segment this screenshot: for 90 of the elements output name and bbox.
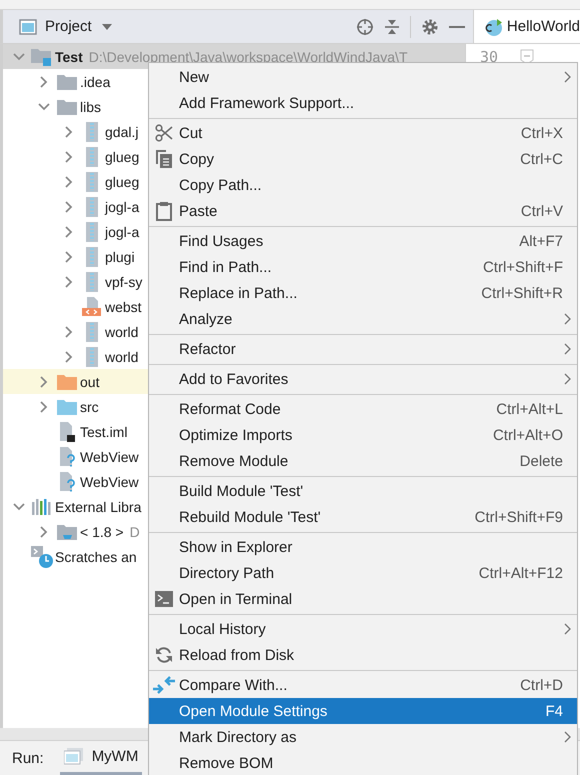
settings-icon[interactable]: [420, 18, 439, 36]
jar-file-icon: [86, 346, 98, 366]
tree-item-label[interactable]: libs: [80, 98, 102, 114]
menu-item[interactable]: Local History: [149, 616, 577, 642]
menu-item[interactable]: Rebuild Module 'Test' Ctrl+Shift+F9: [149, 504, 577, 530]
folder-icon: [57, 524, 77, 540]
menu-item[interactable]: Optimize Imports Ctrl+Alt+O: [149, 422, 577, 448]
scratches-icon: [31, 546, 53, 568]
compare-icon: [153, 675, 175, 695]
minimize-icon[interactable]: [448, 24, 465, 28]
editor-tab[interactable]: HelloWorld: [474, 10, 580, 43]
menu-item[interactable]: Mark Directory as: [149, 724, 577, 750]
menu-item[interactable]: Open in Terminal: [149, 586, 577, 612]
tree-item-label[interactable]: External Libra: [55, 498, 142, 514]
caret-icon[interactable]: [102, 24, 112, 30]
tree-item-label[interactable]: jogl-a: [105, 198, 140, 214]
run-label: Run:: [12, 750, 44, 766]
menu-item[interactable]: Open Module Settings F4: [149, 698, 577, 724]
menu-item[interactable]: Remove BOM: [149, 750, 577, 775]
unknown-file-icon: [58, 446, 76, 466]
reload-icon: [155, 646, 173, 664]
jar-file-icon: [86, 172, 98, 192]
folder-icon: [57, 98, 77, 114]
class-icon: [484, 16, 504, 36]
tree-item-label[interactable]: < 1.8 >: [80, 524, 124, 540]
tree-item-label[interactable]: Test.iml: [80, 424, 128, 440]
menu-item[interactable]: Find Usages Alt+F7: [149, 228, 577, 254]
tree-item-label[interactable]: src: [80, 398, 99, 414]
jar-file-icon: [86, 246, 98, 266]
menu-item[interactable]: Reformat Code Ctrl+Alt+L: [149, 396, 577, 422]
folder-icon: [57, 374, 77, 390]
tree-item-label[interactable]: world: [105, 324, 138, 340]
libraries-icon: [32, 498, 52, 514]
menu-item[interactable]: Compare With... Ctrl+D: [149, 672, 577, 698]
menu-item[interactable]: Copy Path...: [149, 172, 577, 198]
jar-file-icon: [86, 196, 98, 216]
clipboard-icon: [156, 201, 172, 221]
folder-icon: [57, 398, 77, 414]
menu-item[interactable]: Add to Favorites: [149, 366, 577, 392]
jar-file-icon: [86, 222, 98, 242]
window-icon: [19, 18, 37, 34]
menu-item[interactable]: Paste Ctrl+V: [149, 198, 577, 224]
menu-item[interactable]: Add Framework Support...: [149, 90, 577, 116]
tree-item-label[interactable]: glueg: [105, 148, 140, 164]
menu-item[interactable]: Refactor: [149, 336, 577, 362]
folder-icon: [57, 74, 77, 90]
menu-item[interactable]: Replace in Path... Ctrl+Shift+R: [149, 280, 577, 306]
collapse-icon[interactable]: [384, 18, 400, 36]
line-number: 30: [480, 48, 498, 66]
jar-file-icon: [86, 272, 98, 292]
menu-item[interactable]: New: [149, 64, 577, 90]
jar-file-icon: [86, 322, 98, 342]
tree-item-label[interactable]: gdal.j: [105, 124, 138, 140]
menu-item[interactable]: Find in Path... Ctrl+Shift+F: [149, 254, 577, 280]
tree-item-label[interactable]: Test: [55, 48, 83, 64]
menu-item[interactable]: Remove Module Delete: [149, 448, 577, 474]
menu-item[interactable]: Copy Ctrl+C: [149, 146, 577, 172]
html-file-icon: [82, 296, 102, 316]
menu-item[interactable]: Analyze: [149, 306, 577, 332]
path-text: D: [130, 524, 140, 540]
tree-item-label[interactable]: WebView: [80, 474, 139, 490]
tree-item-label[interactable]: Scratches an: [55, 548, 137, 564]
tree-item-label[interactable]: jogl-a: [105, 224, 140, 240]
menu-item[interactable]: Reload from Disk: [149, 642, 577, 668]
menu-item[interactable]: Build Module 'Test': [149, 478, 577, 504]
path-text: D:\Development\Java\workspace\WorldWindJava\T: [88, 48, 408, 64]
file-icon: [58, 422, 76, 442]
module-folder-icon: [31, 48, 53, 66]
tree-item-label[interactable]: world: [105, 348, 138, 364]
tree-item-label[interactable]: vpf-sy: [105, 274, 142, 290]
tree-item-label[interactable]: plugi: [105, 248, 135, 264]
window-icon: [64, 748, 84, 766]
tree-item-label[interactable]: WebView: [80, 448, 139, 464]
menu-item[interactable]: Show in Explorer: [149, 534, 577, 560]
cut-icon: [155, 124, 173, 142]
fold-marker-icon[interactable]: [520, 48, 534, 64]
panel-title[interactable]: Project: [45, 18, 92, 35]
menu-item[interactable]: Cut Ctrl+X: [149, 120, 577, 146]
menu-item[interactable]: Directory Path Ctrl+Alt+F12: [149, 560, 577, 586]
copy-icon: [156, 150, 172, 168]
tree-item-label[interactable]: glueg: [105, 174, 140, 190]
run-tab[interactable]: MyWM: [60, 741, 142, 775]
terminal-icon: [155, 591, 173, 607]
tree-item-label[interactable]: webst: [105, 298, 142, 314]
target-icon[interactable]: [356, 18, 374, 36]
jar-file-icon: [86, 146, 98, 166]
unknown-file-icon: [58, 472, 76, 492]
tree-item-label[interactable]: out: [80, 374, 100, 390]
jar-file-icon: [86, 122, 98, 142]
tree-item-label[interactable]: .idea: [80, 74, 110, 90]
